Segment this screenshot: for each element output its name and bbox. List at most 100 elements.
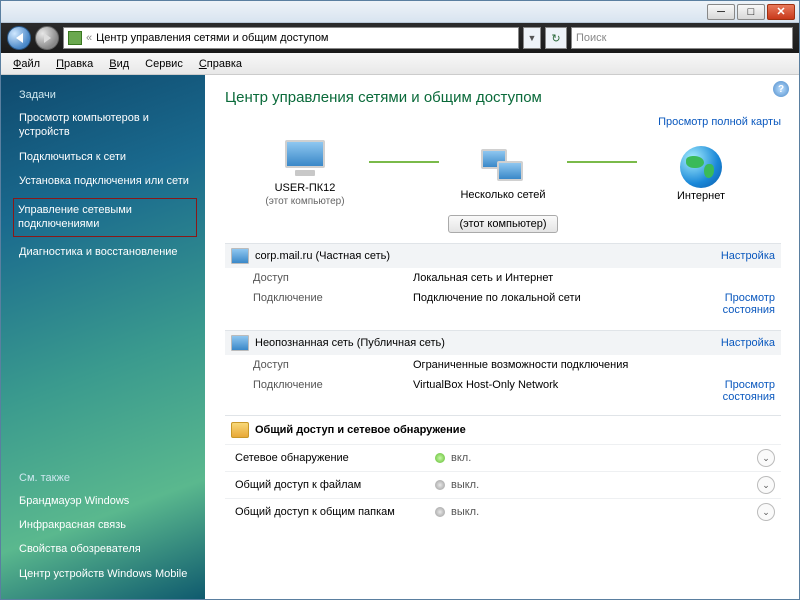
menubar: Файл Правка Вид Сервис Справка xyxy=(1,53,799,75)
network-2-header: Неопознанная сеть (Публичная сеть) Настр… xyxy=(225,330,781,355)
network-1-name: corp.mail.ru (Частная сеть) xyxy=(255,250,390,262)
network-icon xyxy=(231,248,249,264)
window: ─ □ ✕ « Центр управления сетями и общим … xyxy=(0,0,800,600)
sharing-icon xyxy=(231,422,249,438)
minimize-icon: ─ xyxy=(717,6,725,18)
network-2-name: Неопознанная сеть (Публичная сеть) xyxy=(255,337,445,349)
sharing-heading: Общий доступ и сетевое обнаружение xyxy=(255,424,466,436)
map-multi-label: Несколько сетей xyxy=(460,189,545,201)
network-1-conn-value: Подключение по локальной сети xyxy=(413,292,685,316)
help-button[interactable]: ? xyxy=(773,81,789,97)
sidebar-item-setup-connection[interactable]: Установка подключения или сети xyxy=(19,174,199,188)
network-2-customize-link[interactable]: Настройка xyxy=(721,337,775,349)
network-2-access-value: Ограниченные возможности подключения xyxy=(413,359,685,371)
network-2-access-label: Доступ xyxy=(253,359,413,371)
network-1-conn-label: Подключение xyxy=(253,292,413,316)
address-dropdown-button[interactable]: ▼ xyxy=(523,27,541,49)
map-node-this-pc: USER-ПК12 (этот компьютер) xyxy=(245,140,365,207)
network-icon xyxy=(231,335,249,351)
body: Задачи Просмотр компьютеров и устройств … xyxy=(1,75,799,599)
menu-file[interactable]: Файл xyxy=(7,56,46,72)
network-2-conn-label: Подключение xyxy=(253,379,413,403)
search-input[interactable]: Поиск xyxy=(571,27,793,49)
network-2-conn-value: VirtualBox Host-Only Network xyxy=(413,379,685,403)
map-line-1 xyxy=(369,161,439,163)
arrow-left-icon xyxy=(16,33,23,43)
sharing-heading-row: Общий доступ и сетевое обнаружение xyxy=(225,415,781,444)
refresh-icon: ↻ xyxy=(551,32,560,45)
status-dot-on-icon xyxy=(435,453,445,463)
network-2-access-row: Доступ Ограниченные возможности подключе… xyxy=(225,355,781,375)
menu-view[interactable]: Вид xyxy=(103,56,135,72)
network-1-view-status-link[interactable]: Просмотр состояния xyxy=(723,292,775,316)
maximize-icon: □ xyxy=(748,6,755,18)
page-title: Центр управления сетями и общим доступом xyxy=(225,89,781,106)
sidebar-seealso-windows-mobile[interactable]: Центр устройств Windows Mobile xyxy=(19,567,199,581)
address-field[interactable]: « Центр управления сетями и общим доступ… xyxy=(63,27,519,49)
breadcrumb-prefix: « xyxy=(86,32,92,44)
sidebar-item-manage-connections-highlight: Управление сетевыми подключениями xyxy=(13,198,197,237)
titlebar: ─ □ ✕ xyxy=(1,1,799,23)
network-map: USER-ПК12 (этот компьютер) Несколько сет… xyxy=(225,134,781,211)
sidebar-seealso-browser[interactable]: Свойства обозревателя xyxy=(19,542,199,556)
sharing-row-discovery: Сетевое обнаружение вкл. ⌄ xyxy=(225,444,781,471)
search-placeholder: Поиск xyxy=(576,32,606,44)
this-computer-button[interactable]: (этот компьютер) xyxy=(448,215,557,233)
sharing-discovery-state: вкл. xyxy=(451,452,471,464)
multi-network-icon xyxy=(479,147,527,187)
sharing-discovery-expand-button[interactable]: ⌄ xyxy=(757,449,775,467)
network-1-access-value: Локальная сеть и Интернет xyxy=(413,272,685,284)
sharing-discovery-label: Сетевое обнаружение xyxy=(235,452,435,464)
maximize-button[interactable]: □ xyxy=(737,4,765,20)
sharing-file-expand-button[interactable]: ⌄ xyxy=(757,476,775,494)
sidebar: Задачи Просмотр компьютеров и устройств … xyxy=(1,75,205,599)
network-1-header: corp.mail.ru (Частная сеть) Настройка xyxy=(225,243,781,268)
sidebar-item-connect[interactable]: Подключиться к сети xyxy=(19,150,199,164)
sharing-public-expand-button[interactable]: ⌄ xyxy=(757,503,775,521)
breadcrumb: Центр управления сетями и общим доступом xyxy=(96,32,328,44)
network-1-access-label: Доступ xyxy=(253,272,413,284)
sharing-file-state: выкл. xyxy=(451,479,479,491)
network-2-connection-row: Подключение VirtualBox Host-Only Network… xyxy=(225,375,781,407)
map-pc-sub: (этот компьютер) xyxy=(265,196,344,207)
sidebar-item-view-devices[interactable]: Просмотр компьютеров и устройств xyxy=(19,111,199,140)
close-icon: ✕ xyxy=(776,5,785,18)
minimize-button[interactable]: ─ xyxy=(707,4,735,20)
this-computer-row: (этот компьютер) xyxy=(225,215,781,233)
main-content: ? Центр управления сетями и общим доступ… xyxy=(205,75,799,599)
chevron-down-icon: ⌄ xyxy=(762,480,770,491)
view-full-map-link[interactable]: Просмотр полной карты xyxy=(658,116,781,128)
globe-icon xyxy=(680,146,722,188)
network-1-connection-row: Подключение Подключение по локальной сет… xyxy=(225,288,781,320)
network-2-view-status-link[interactable]: Просмотр состояния xyxy=(723,379,775,403)
close-button[interactable]: ✕ xyxy=(767,4,795,20)
chevron-down-icon: ▼ xyxy=(528,33,537,43)
menu-help[interactable]: Справка xyxy=(193,56,248,72)
sidebar-item-diagnose[interactable]: Диагностика и восстановление xyxy=(19,245,199,259)
control-panel-icon xyxy=(68,31,82,45)
status-dot-off-icon xyxy=(435,480,445,490)
arrow-right-icon xyxy=(44,33,51,43)
map-internet-label: Интернет xyxy=(677,190,725,202)
back-button[interactable] xyxy=(7,26,31,50)
map-pc-name: USER-ПК12 xyxy=(275,182,336,194)
sidebar-item-manage-connections[interactable]: Управление сетевыми подключениями xyxy=(18,203,192,232)
refresh-button[interactable]: ↻ xyxy=(545,27,567,49)
sidebar-seealso-firewall[interactable]: Брандмауэр Windows xyxy=(19,494,199,508)
menu-edit[interactable]: Правка xyxy=(50,56,99,72)
sharing-file-label: Общий доступ к файлам xyxy=(235,479,435,491)
sharing-public-label: Общий доступ к общим папкам xyxy=(235,506,435,518)
see-also-heading: См. также xyxy=(19,472,199,484)
forward-button[interactable] xyxy=(35,26,59,50)
map-node-internet: Интернет xyxy=(641,146,761,202)
sharing-row-file: Общий доступ к файлам выкл. ⌄ xyxy=(225,471,781,498)
tasks-heading: Задачи xyxy=(19,89,199,101)
menu-tools[interactable]: Сервис xyxy=(139,56,189,72)
chevron-down-icon: ⌄ xyxy=(762,507,770,518)
sharing-public-state: выкл. xyxy=(451,506,479,518)
address-bar: « Центр управления сетями и общим доступ… xyxy=(1,23,799,53)
sidebar-seealso-infrared[interactable]: Инфракрасная связь xyxy=(19,518,199,532)
network-1-customize-link[interactable]: Настройка xyxy=(721,250,775,262)
network-1-access-row: Доступ Локальная сеть и Интернет xyxy=(225,268,781,288)
computer-icon xyxy=(281,140,329,180)
